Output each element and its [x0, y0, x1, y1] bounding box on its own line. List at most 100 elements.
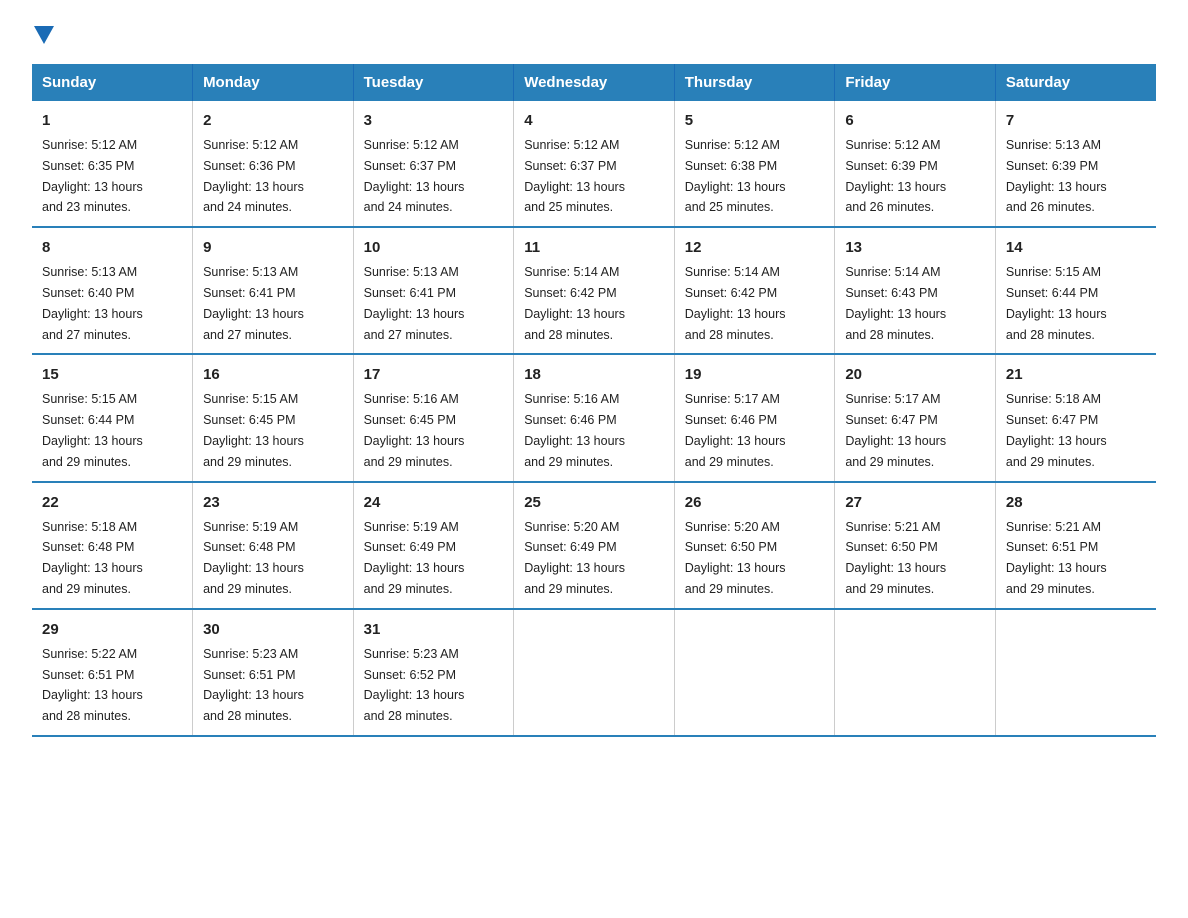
- day-number: 8: [42, 236, 182, 260]
- day-info: Sunrise: 5:13 AMSunset: 6:39 PMDaylight:…: [1006, 138, 1107, 214]
- logo: [32, 24, 54, 44]
- day-number: 18: [524, 363, 664, 387]
- day-number: 5: [685, 109, 825, 133]
- day-number: 27: [845, 491, 985, 515]
- day-cell: 5 Sunrise: 5:12 AMSunset: 6:38 PMDaylight…: [674, 101, 835, 227]
- day-info: Sunrise: 5:21 AMSunset: 6:50 PMDaylight:…: [845, 520, 946, 596]
- day-info: Sunrise: 5:16 AMSunset: 6:45 PMDaylight:…: [364, 392, 465, 468]
- day-info: Sunrise: 5:20 AMSunset: 6:49 PMDaylight:…: [524, 520, 625, 596]
- week-row-1: 1 Sunrise: 5:12 AMSunset: 6:35 PMDaylight…: [32, 101, 1156, 227]
- day-info: Sunrise: 5:15 AMSunset: 6:44 PMDaylight:…: [42, 392, 143, 468]
- day-cell: 8 Sunrise: 5:13 AMSunset: 6:40 PMDaylight…: [32, 227, 193, 354]
- day-info: Sunrise: 5:13 AMSunset: 6:41 PMDaylight:…: [364, 265, 465, 341]
- day-number: 24: [364, 491, 504, 515]
- day-cell: 27 Sunrise: 5:21 AMSunset: 6:50 PMDayligh…: [835, 482, 996, 609]
- day-cell: 17 Sunrise: 5:16 AMSunset: 6:45 PMDayligh…: [353, 354, 514, 481]
- col-header-saturday: Saturday: [995, 64, 1156, 101]
- day-number: 14: [1006, 236, 1146, 260]
- day-cell: 19 Sunrise: 5:17 AMSunset: 6:46 PMDayligh…: [674, 354, 835, 481]
- day-cell: 14 Sunrise: 5:15 AMSunset: 6:44 PMDayligh…: [995, 227, 1156, 354]
- day-info: Sunrise: 5:13 AMSunset: 6:41 PMDaylight:…: [203, 265, 304, 341]
- day-number: 31: [364, 618, 504, 642]
- day-info: Sunrise: 5:15 AMSunset: 6:44 PMDaylight:…: [1006, 265, 1107, 341]
- day-info: Sunrise: 5:12 AMSunset: 6:37 PMDaylight:…: [524, 138, 625, 214]
- day-info: Sunrise: 5:17 AMSunset: 6:46 PMDaylight:…: [685, 392, 786, 468]
- day-info: Sunrise: 5:12 AMSunset: 6:35 PMDaylight:…: [42, 138, 143, 214]
- day-cell: 11Sunrise: 5:14 AMSunset: 6:42 PMDayligh…: [514, 227, 675, 354]
- day-number: 29: [42, 618, 182, 642]
- day-number: 3: [364, 109, 504, 133]
- day-info: Sunrise: 5:12 AMSunset: 6:39 PMDaylight:…: [845, 138, 946, 214]
- calendar-table: SundayMondayTuesdayWednesdayThursdayFrid…: [32, 64, 1156, 737]
- day-cell: 21 Sunrise: 5:18 AMSunset: 6:47 PMDayligh…: [995, 354, 1156, 481]
- day-number: 21: [1006, 363, 1146, 387]
- day-cell: 10 Sunrise: 5:13 AMSunset: 6:41 PMDayligh…: [353, 227, 514, 354]
- week-row-2: 8 Sunrise: 5:13 AMSunset: 6:40 PMDaylight…: [32, 227, 1156, 354]
- col-header-tuesday: Tuesday: [353, 64, 514, 101]
- day-cell: 30 Sunrise: 5:23 AMSunset: 6:51 PMDayligh…: [193, 609, 354, 736]
- day-cell: 3Sunrise: 5:12 AMSunset: 6:37 PMDaylight…: [353, 101, 514, 227]
- day-number: 30: [203, 618, 343, 642]
- day-number: 12: [685, 236, 825, 260]
- day-cell: [674, 609, 835, 736]
- day-info: Sunrise: 5:16 AMSunset: 6:46 PMDaylight:…: [524, 392, 625, 468]
- day-number: 17: [364, 363, 504, 387]
- day-number: 9: [203, 236, 343, 260]
- day-number: 7: [1006, 109, 1146, 133]
- day-cell: [514, 609, 675, 736]
- day-number: 26: [685, 491, 825, 515]
- day-number: 11: [524, 236, 664, 260]
- day-info: Sunrise: 5:19 AMSunset: 6:49 PMDaylight:…: [364, 520, 465, 596]
- day-info: Sunrise: 5:23 AMSunset: 6:51 PMDaylight:…: [203, 647, 304, 723]
- day-number: 19: [685, 363, 825, 387]
- day-info: Sunrise: 5:12 AMSunset: 6:38 PMDaylight:…: [685, 138, 786, 214]
- day-info: Sunrise: 5:14 AMSunset: 6:42 PMDaylight:…: [685, 265, 786, 341]
- day-number: 22: [42, 491, 182, 515]
- day-number: 25: [524, 491, 664, 515]
- logo-text: [32, 24, 54, 44]
- col-header-monday: Monday: [193, 64, 354, 101]
- day-number: 10: [364, 236, 504, 260]
- day-info: Sunrise: 5:12 AMSunset: 6:36 PMDaylight:…: [203, 138, 304, 214]
- day-cell: 2 Sunrise: 5:12 AMSunset: 6:36 PMDaylight…: [193, 101, 354, 227]
- day-number: 23: [203, 491, 343, 515]
- day-number: 20: [845, 363, 985, 387]
- day-info: Sunrise: 5:23 AMSunset: 6:52 PMDaylight:…: [364, 647, 465, 723]
- day-info: Sunrise: 5:20 AMSunset: 6:50 PMDaylight:…: [685, 520, 786, 596]
- day-cell: 24 Sunrise: 5:19 AMSunset: 6:49 PMDayligh…: [353, 482, 514, 609]
- day-cell: 25 Sunrise: 5:20 AMSunset: 6:49 PMDayligh…: [514, 482, 675, 609]
- day-cell: 20 Sunrise: 5:17 AMSunset: 6:47 PMDayligh…: [835, 354, 996, 481]
- day-number: 13: [845, 236, 985, 260]
- logo-triangle-icon: [34, 26, 54, 44]
- day-cell: 7 Sunrise: 5:13 AMSunset: 6:39 PMDaylight…: [995, 101, 1156, 227]
- col-header-sunday: Sunday: [32, 64, 193, 101]
- col-header-friday: Friday: [835, 64, 996, 101]
- day-cell: 22 Sunrise: 5:18 AMSunset: 6:48 PMDayligh…: [32, 482, 193, 609]
- col-header-wednesday: Wednesday: [514, 64, 675, 101]
- day-cell: 9 Sunrise: 5:13 AMSunset: 6:41 PMDaylight…: [193, 227, 354, 354]
- day-cell: 12 Sunrise: 5:14 AMSunset: 6:42 PMDayligh…: [674, 227, 835, 354]
- day-number: 16: [203, 363, 343, 387]
- day-number: 2: [203, 109, 343, 133]
- day-info: Sunrise: 5:18 AMSunset: 6:48 PMDaylight:…: [42, 520, 143, 596]
- day-info: Sunrise: 5:18 AMSunset: 6:47 PMDaylight:…: [1006, 392, 1107, 468]
- day-info: Sunrise: 5:15 AMSunset: 6:45 PMDaylight:…: [203, 392, 304, 468]
- day-cell: 1 Sunrise: 5:12 AMSunset: 6:35 PMDaylight…: [32, 101, 193, 227]
- day-cell: 26 Sunrise: 5:20 AMSunset: 6:50 PMDayligh…: [674, 482, 835, 609]
- col-header-thursday: Thursday: [674, 64, 835, 101]
- day-cell: 16 Sunrise: 5:15 AMSunset: 6:45 PMDayligh…: [193, 354, 354, 481]
- day-info: Sunrise: 5:19 AMSunset: 6:48 PMDaylight:…: [203, 520, 304, 596]
- day-cell: 15Sunrise: 5:15 AMSunset: 6:44 PMDayligh…: [32, 354, 193, 481]
- day-cell: 6 Sunrise: 5:12 AMSunset: 6:39 PMDaylight…: [835, 101, 996, 227]
- day-cell: 28Sunrise: 5:21 AMSunset: 6:51 PMDayligh…: [995, 482, 1156, 609]
- day-number: 6: [845, 109, 985, 133]
- week-row-4: 22 Sunrise: 5:18 AMSunset: 6:48 PMDayligh…: [32, 482, 1156, 609]
- day-number: 4: [524, 109, 664, 133]
- day-number: 1: [42, 109, 182, 133]
- day-info: Sunrise: 5:17 AMSunset: 6:47 PMDaylight:…: [845, 392, 946, 468]
- day-info: Sunrise: 5:13 AMSunset: 6:40 PMDaylight:…: [42, 265, 143, 341]
- day-cell: 29 Sunrise: 5:22 AMSunset: 6:51 PMDayligh…: [32, 609, 193, 736]
- day-cell: 23 Sunrise: 5:19 AMSunset: 6:48 PMDayligh…: [193, 482, 354, 609]
- day-info: Sunrise: 5:22 AMSunset: 6:51 PMDaylight:…: [42, 647, 143, 723]
- day-number: 28: [1006, 491, 1146, 515]
